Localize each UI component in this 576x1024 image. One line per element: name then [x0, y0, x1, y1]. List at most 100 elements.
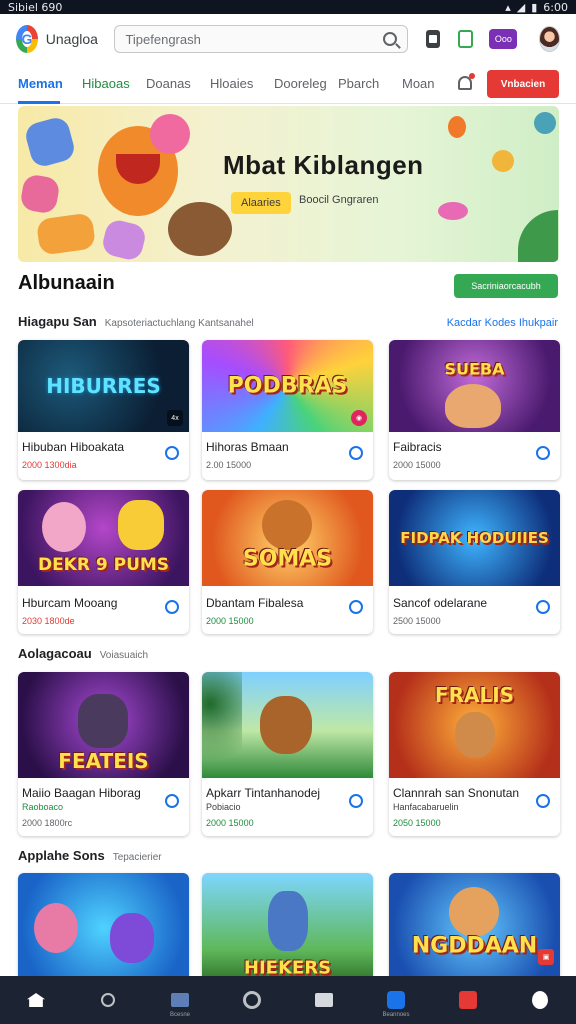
download-icon[interactable] [349, 794, 363, 808]
card-meta: 2000 15000 [206, 818, 254, 828]
card-meta: 2.00 15000 [206, 460, 252, 470]
confetti-icon [448, 116, 466, 138]
thumbnail-title: PODBRAS [227, 373, 348, 399]
game-card[interactable]: SUEBA Faibracis 2000 15000 [389, 340, 560, 480]
tab-4[interactable]: Hloaies [210, 76, 274, 91]
nav-search[interactable] [96, 988, 120, 1012]
character-icon [455, 712, 495, 758]
extra-button[interactable]: Ooo [489, 29, 518, 49]
card-title: Hihoras Bmaan [206, 440, 289, 454]
game-card[interactable]: FEATEIS Maiio Baagan Hiborag Raoboaco 20… [18, 672, 189, 836]
nav-active[interactable]: Beannoes [382, 988, 410, 1018]
app-logo-icon[interactable]: G [16, 25, 38, 53]
card-title: Sancof odelarane [393, 596, 488, 610]
download-icon[interactable] [536, 794, 550, 808]
card-meta: 2500 15000 [393, 616, 441, 626]
section-heading: Aolagacoau [18, 646, 92, 661]
game-card[interactable]: SOMAS Dbantam Fibalesa 2000 15000 [202, 490, 373, 634]
game-card[interactable]: FIDPAK HODUIIES Sancof odelarane 2500 15… [389, 490, 560, 634]
section-action-button[interactable]: Sacriniaorcacubh [454, 274, 558, 298]
nav-library[interactable]: Bcesne [168, 988, 192, 1018]
thumbnail-title: HIEKERS [243, 957, 332, 979]
thumbnail-title: FRALIS [434, 683, 515, 708]
hero-badge[interactable]: Alaaries [231, 192, 291, 214]
download-icon[interactable] [165, 794, 179, 808]
toy-cube-icon [19, 173, 61, 215]
search-placeholder: Tipefengrash [125, 31, 201, 47]
card-title: Hibuban Hiboakata [22, 440, 125, 454]
badge-icon: ◉ [351, 410, 367, 426]
status-right: ▴ ◢ ▮ 6:00 [505, 1, 568, 14]
bag-icon[interactable] [458, 30, 474, 48]
game-thumbnail [18, 873, 189, 983]
game-card[interactable]: FRALIS Clannrah san Snonutan Hanfacabaru… [389, 672, 560, 836]
game-card[interactable]: HIBURRES 4x Hibuban Hiboakata 2000 1300d… [18, 340, 189, 480]
download-icon[interactable] [349, 446, 363, 460]
hero-title: Mbat Kiblangen [223, 150, 424, 180]
thumbnail-title: SOMAS [242, 546, 333, 572]
cta-button[interactable]: Vnbacien [487, 70, 559, 98]
app-name: Unagloa [45, 31, 98, 47]
user-icon [532, 991, 548, 1009]
download-icon[interactable] [165, 600, 179, 614]
grid-icon [171, 993, 189, 1007]
game-thumbnail [202, 672, 373, 778]
badge-icon: ▣ [538, 949, 554, 965]
character-icon [268, 891, 308, 951]
game-thumbnail: SUEBA [389, 340, 560, 432]
nav-games[interactable] [240, 988, 264, 1012]
subsection-title: Hiagapu San [18, 314, 97, 329]
subsection-header: Hiagapu San Kapsoteriactuchlang Kantsana… [18, 314, 558, 329]
search-input[interactable]: Tipefengrash [114, 25, 409, 53]
q-icon [387, 991, 405, 1009]
game-card[interactable]: Apkarr Tintanhanodej Pobiacio 2000 15000 [202, 672, 373, 836]
tab-5[interactable]: Dooreleg [274, 76, 338, 91]
nav-home[interactable] [24, 988, 48, 1012]
tab-7[interactable]: Moan [402, 76, 466, 91]
game-thumbnail: DEKR 9 PUMS [18, 490, 189, 586]
download-icon[interactable] [536, 446, 550, 460]
creature-icon [445, 384, 501, 428]
cast-icon[interactable] [426, 30, 441, 48]
download-icon[interactable] [536, 600, 550, 614]
thumbnail-title: NGDDAAN [411, 933, 538, 959]
tab-1[interactable]: Meman [18, 76, 82, 91]
home-icon [27, 993, 45, 1007]
thumbnail-title: DEKR 9 PUMS [37, 554, 170, 575]
download-icon[interactable] [165, 446, 179, 460]
toy-cube-icon [23, 115, 77, 169]
game-card[interactable]: HIEKERS [202, 873, 373, 983]
avatar[interactable] [539, 26, 561, 52]
card-subtitle: Pobiacio [206, 802, 241, 812]
character-icon [78, 694, 128, 748]
nav-mail[interactable] [312, 988, 336, 1012]
circle-icon [243, 991, 261, 1009]
ball-icon [168, 202, 232, 256]
game-card[interactable]: DEKR 9 PUMS Hburcam Mooang 2030 1800de [18, 490, 189, 634]
nav-label: Bcesne [169, 1012, 190, 1018]
hero-banner[interactable]: Mbat Kiblangen Alaaries Boocil Gngraren [18, 106, 559, 262]
nav-store[interactable] [456, 988, 480, 1012]
card-title: Hburcam Mooang [22, 596, 118, 610]
download-icon[interactable] [349, 600, 363, 614]
toy-block-icon [35, 212, 97, 256]
leaf-icon [518, 210, 558, 262]
search-icon [101, 993, 115, 1007]
card-title: Clannrah san Snonutan [393, 786, 520, 800]
search-icon[interactable] [383, 32, 398, 46]
section-desc: Voiasuaich [99, 650, 149, 661]
see-more-link[interactable]: Kacdar Kodes Ihukpair [447, 317, 558, 329]
section-header: Aolagacoau Voiasuaich [18, 646, 558, 661]
game-card[interactable] [18, 873, 189, 983]
hero-subtitle: Boocil Gngraren [299, 194, 379, 206]
tab-6[interactable]: Pbarch [338, 76, 402, 91]
game-card[interactable]: NGDDAAN ▣ [389, 873, 560, 983]
game-card[interactable]: PODBRAS ◉ Hihoras Bmaan 2.00 15000 [202, 340, 373, 480]
nav-profile[interactable] [528, 988, 552, 1012]
palm-tree-icon [202, 672, 242, 778]
status-time: 6:00 [543, 0, 568, 14]
notification-bell-icon[interactable] [458, 73, 475, 90]
tab-3[interactable]: Doanas [146, 76, 210, 91]
game-thumbnail: NGDDAAN ▣ [389, 873, 560, 983]
tab-2[interactable]: Hibaoas [82, 76, 146, 91]
